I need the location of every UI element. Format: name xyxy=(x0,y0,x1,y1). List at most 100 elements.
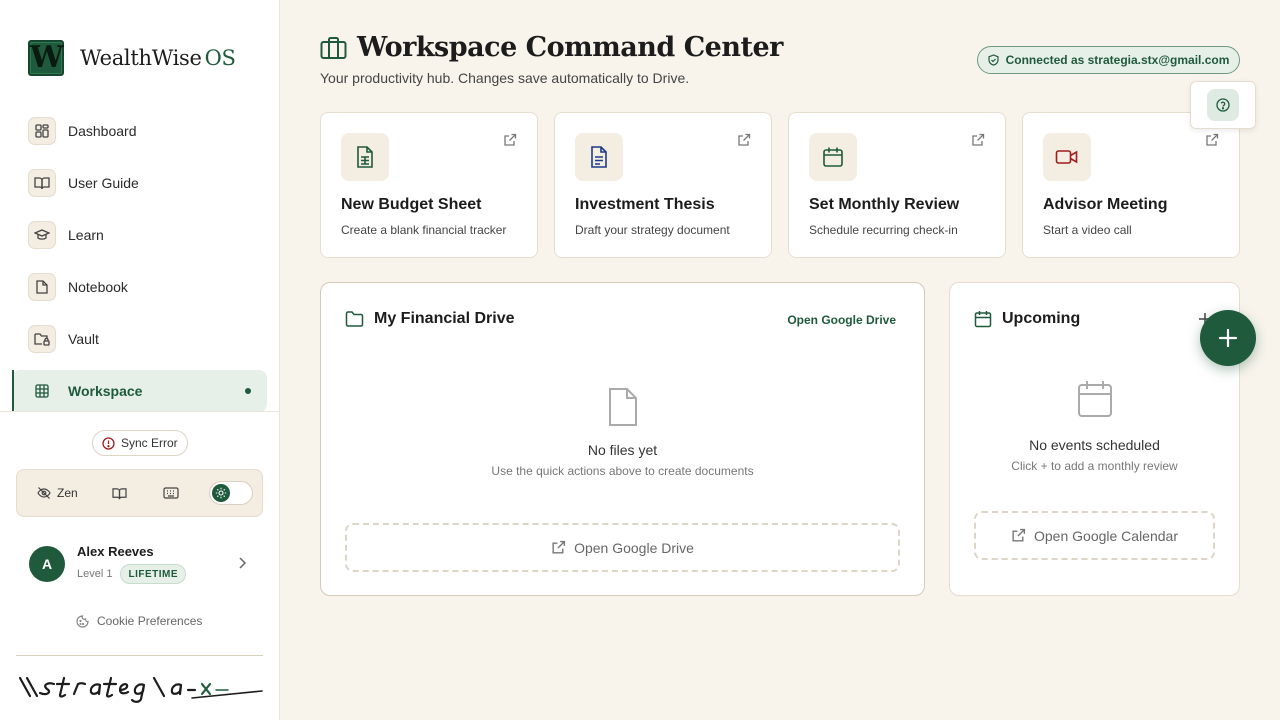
alert-circle-icon xyxy=(102,436,115,450)
sync-error-badge[interactable]: Sync Error xyxy=(92,430,188,456)
add-fab-button[interactable] xyxy=(1200,310,1256,366)
shield-check-icon xyxy=(988,54,999,66)
help-button[interactable] xyxy=(1207,89,1239,121)
user-level: Level 1 xyxy=(77,568,113,580)
upcoming-panel-header: Upcoming xyxy=(974,310,1080,328)
external-link-icon xyxy=(972,133,985,146)
calendar-icon xyxy=(974,311,992,328)
sidebar-divider xyxy=(0,411,279,412)
reading-mode-button[interactable] xyxy=(112,487,127,500)
page-title-text: Workspace Command Center xyxy=(357,32,783,63)
plus-icon xyxy=(1218,328,1238,348)
brand-name-text: WealthWise xyxy=(80,46,202,70)
external-link-icon xyxy=(738,133,751,146)
file-icon xyxy=(28,273,56,301)
upcoming-empty-state: No events scheduled Click + to add a mon… xyxy=(950,380,1239,473)
graduation-cap-icon xyxy=(28,221,56,249)
sidebar-item-label: User Guide xyxy=(68,175,139,191)
sync-error-label: Sync Error xyxy=(121,436,178,450)
folder-icon xyxy=(345,311,364,327)
folder-lock-icon xyxy=(28,325,56,353)
zen-mode-button[interactable]: Zen xyxy=(37,486,78,500)
dashboard-grid-icon xyxy=(28,117,56,145)
briefcase-icon xyxy=(320,36,347,59)
brand-suffix: OS xyxy=(204,46,236,70)
sidebar-item-workspace[interactable]: Workspace xyxy=(12,370,267,412)
upcoming-panel: Upcoming No events scheduled Click + to … xyxy=(949,282,1240,596)
connection-status-text: Connected as strategia.stx@gmail.com xyxy=(1005,53,1230,67)
sidebar-item-user-guide[interactable]: User Guide xyxy=(12,162,267,204)
drive-empty-state: No files yet Use the quick actions above… xyxy=(321,387,924,478)
sidebar-nav: Dashboard User Guide Learn Notebook Vaul… xyxy=(12,110,267,422)
sidebar-item-label: Learn xyxy=(68,227,104,243)
user-meta: Level 1 LIFETIME xyxy=(77,564,187,584)
cookie-icon xyxy=(76,614,89,628)
financial-drive-panel: My Financial Drive Open Google Drive No … xyxy=(320,282,925,596)
sidebar-item-label: Dashboard xyxy=(68,123,137,139)
user-info: Alex Reeves Level 1 LIFETIME xyxy=(77,544,187,584)
quick-action-title: Advisor Meeting xyxy=(1043,196,1168,213)
eye-off-icon xyxy=(37,487,51,499)
cookie-preferences-link[interactable]: Cookie Preferences xyxy=(76,614,202,628)
keyboard-icon xyxy=(163,487,179,499)
external-link-icon xyxy=(552,540,566,554)
external-link-icon xyxy=(1012,528,1026,542)
quick-action-title: New Budget Sheet xyxy=(341,196,482,213)
drive-empty-title: No files yet xyxy=(587,442,658,458)
help-circle-icon xyxy=(1216,98,1230,112)
document-icon xyxy=(575,133,623,181)
upcoming-empty-title: No events scheduled xyxy=(1029,437,1160,453)
sidebar-item-learn[interactable]: Learn xyxy=(12,214,267,256)
page-title: Workspace Command Center xyxy=(320,32,783,63)
sidebar-item-label: Notebook xyxy=(68,279,128,295)
calendar-icon xyxy=(1077,381,1112,417)
open-google-drive-button-label: Open Google Drive xyxy=(574,539,694,556)
open-google-drive-button[interactable]: Open Google Drive xyxy=(345,523,900,572)
open-google-drive-link[interactable]: Open Google Drive xyxy=(787,313,896,327)
quick-action-desc: Start a video call xyxy=(1043,223,1132,237)
sidebar-item-label: Workspace xyxy=(68,383,143,399)
calendar-icon xyxy=(809,133,857,181)
drive-empty-subtitle: Use the quick actions above to create do… xyxy=(491,464,754,478)
user-profile[interactable]: A Alex Reeves Level 1 LIFETIME xyxy=(29,542,251,586)
external-link-icon xyxy=(1206,133,1219,146)
sidebar-item-dashboard[interactable]: Dashboard xyxy=(12,110,267,152)
quick-action-set-monthly-review[interactable]: Set Monthly Review Schedule recurring ch… xyxy=(788,112,1006,258)
cookie-label: Cookie Preferences xyxy=(97,614,203,628)
quick-action-title: Set Monthly Review xyxy=(809,196,960,213)
quick-action-investment-thesis[interactable]: Investment Thesis Draft your strategy do… xyxy=(554,112,772,258)
sidebar: W WealthWise OS Dashboard User Guide Lear… xyxy=(0,0,280,720)
drive-panel-title: My Financial Drive xyxy=(374,310,515,327)
strategia-signature-logo xyxy=(16,672,266,709)
connection-status-badge: Connected as strategia.stx@gmail.com xyxy=(977,46,1240,74)
sidebar-item-vault[interactable]: Vault xyxy=(12,318,267,360)
quick-action-new-budget-sheet[interactable]: New Budget Sheet Create a blank financia… xyxy=(320,112,538,258)
brand-name: WealthWise OS xyxy=(80,46,236,70)
sidebar-item-label: Vault xyxy=(68,331,99,347)
quick-action-title: Investment Thesis xyxy=(575,196,715,213)
avatar: A xyxy=(29,546,65,582)
video-icon xyxy=(1043,133,1091,181)
zen-label: Zen xyxy=(57,486,78,500)
file-icon xyxy=(608,388,637,426)
table-grid-icon xyxy=(28,377,56,405)
sidebar-item-notebook[interactable]: Notebook xyxy=(12,266,267,308)
page-subtitle: Your productivity hub. Changes save auto… xyxy=(320,70,690,86)
help-popover xyxy=(1190,81,1256,129)
plan-badge: LIFETIME xyxy=(120,564,187,584)
spreadsheet-icon xyxy=(341,133,389,181)
quick-action-advisor-meeting[interactable]: Advisor Meeting Start a video call xyxy=(1022,112,1240,258)
keyboard-shortcuts-button[interactable] xyxy=(163,487,179,499)
theme-toggle[interactable] xyxy=(208,481,253,505)
brand[interactable]: W WealthWise OS xyxy=(28,40,236,76)
chevron-right-icon xyxy=(239,557,247,569)
sidebar-toolbar: Zen xyxy=(16,469,263,517)
user-name: Alex Reeves xyxy=(77,544,154,559)
signature-divider xyxy=(16,655,263,656)
external-link-icon xyxy=(504,133,517,146)
quick-action-desc: Create a blank financial tracker xyxy=(341,223,507,237)
quick-action-desc: Schedule recurring check-in xyxy=(809,223,958,237)
open-google-calendar-button[interactable]: Open Google Calendar xyxy=(974,511,1215,560)
open-google-calendar-button-label: Open Google Calendar xyxy=(1034,527,1178,544)
book-open-icon xyxy=(112,487,127,499)
